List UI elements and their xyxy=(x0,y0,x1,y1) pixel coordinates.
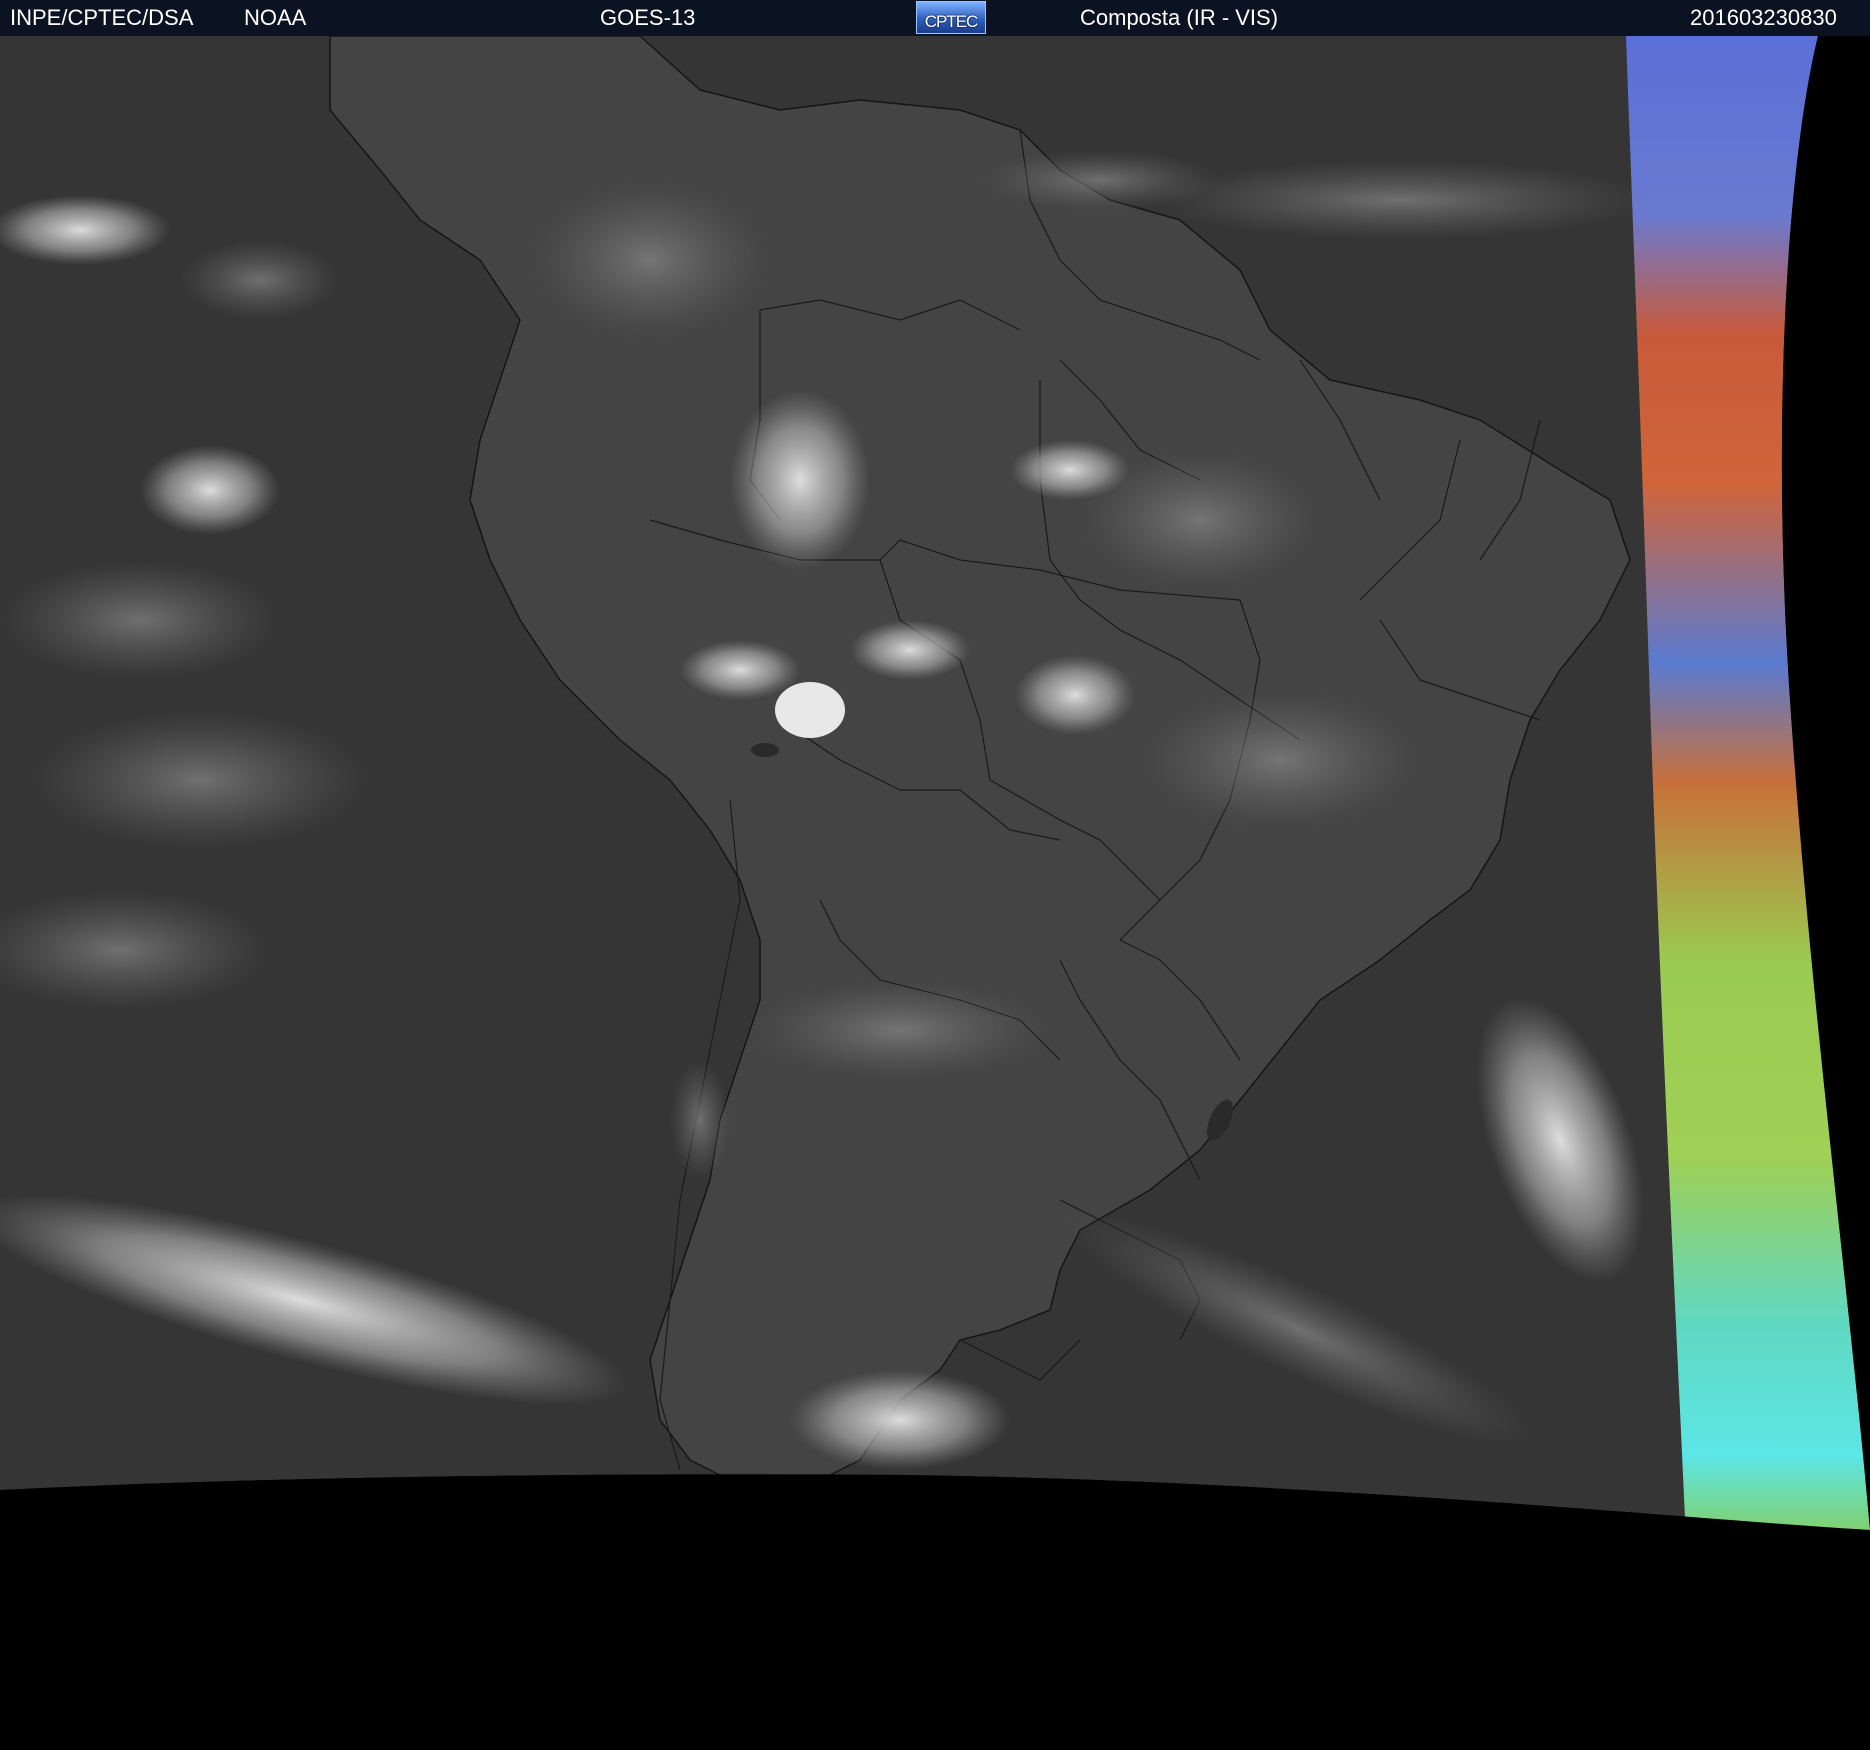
satellite-label: GOES-13 xyxy=(600,5,696,30)
header-bar: INPE/CPTEC/DSA NOAA GOES-13 CPTEC Compos… xyxy=(0,0,1870,36)
source-label: INPE/CPTEC/DSA xyxy=(10,5,194,30)
lake-titicaca xyxy=(751,743,779,757)
cptec-logo: CPTEC xyxy=(916,1,986,34)
logo-text: CPTEC xyxy=(924,12,979,31)
agency-label: NOAA xyxy=(244,5,307,30)
satellite-image xyxy=(0,36,1870,1750)
timestamp-label: 201603230830 xyxy=(1690,5,1837,30)
space-region xyxy=(0,1474,1870,1750)
product-label: Composta (IR - VIS) xyxy=(1080,5,1279,30)
